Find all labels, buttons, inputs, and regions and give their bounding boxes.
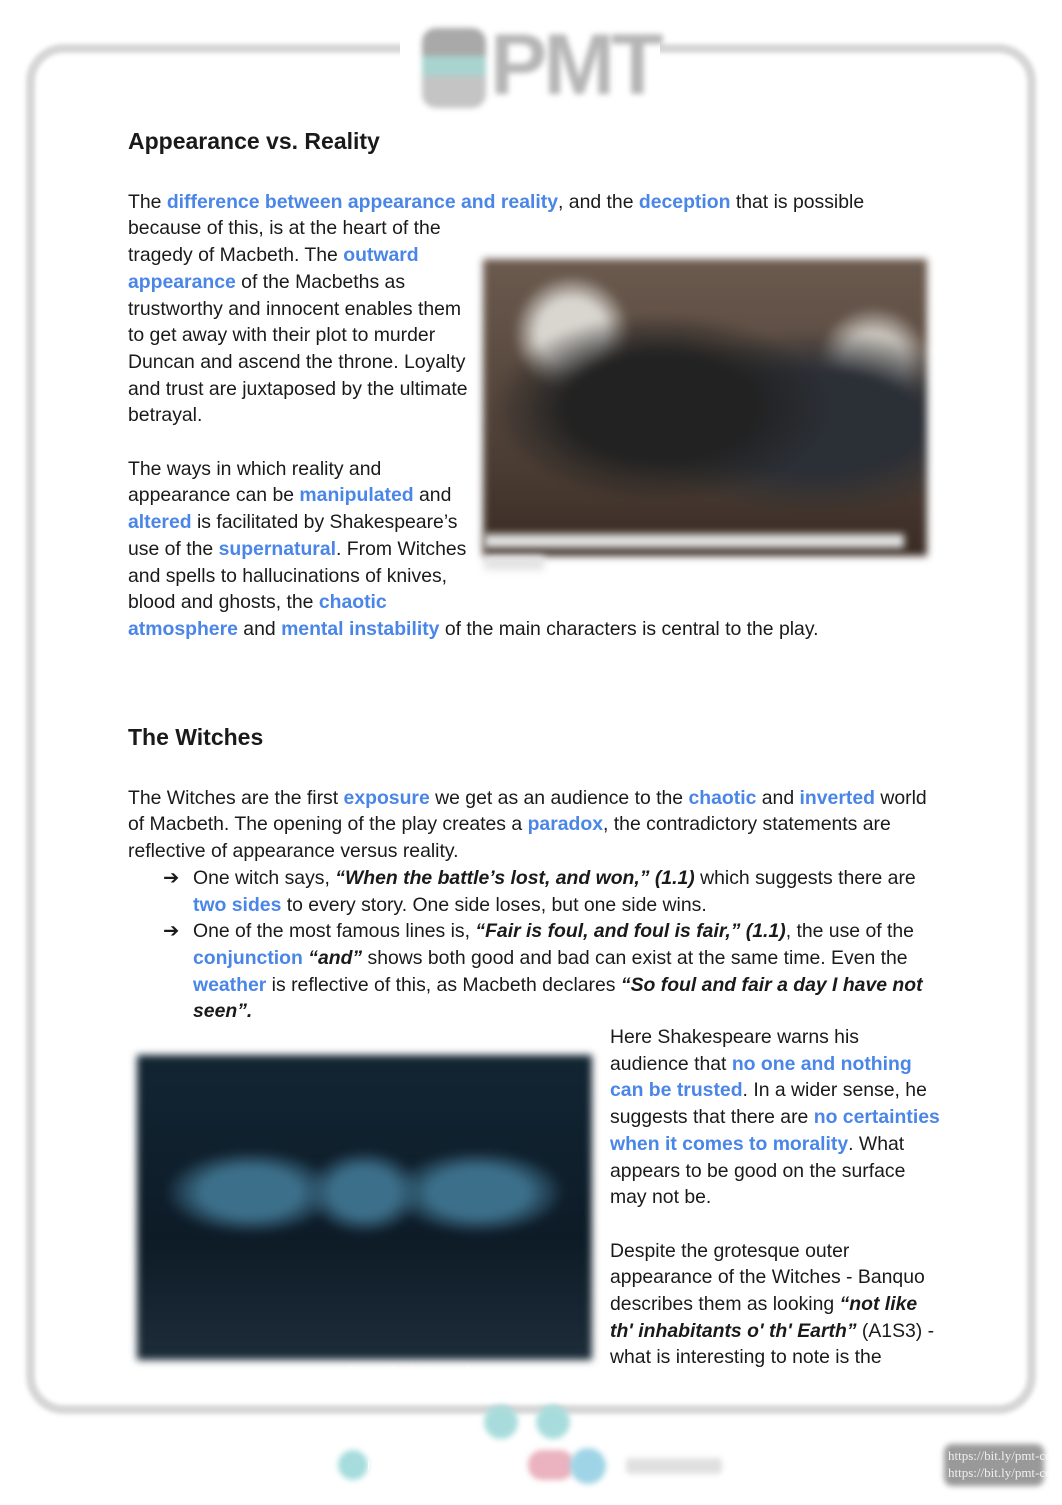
corner-link[interactable]: https://bit.ly/pmt-cc — [948, 1465, 1051, 1481]
pmt-footer-icon — [536, 1405, 570, 1439]
witches-text-column: Here Shakespeare warns his audience that… — [610, 1024, 940, 1371]
globe-icon — [338, 1450, 368, 1480]
highlighted-term: inverted — [799, 786, 875, 809]
text-run: of the main characters is central to the… — [439, 617, 819, 640]
highlighted-term: two sides — [193, 893, 282, 916]
text-run: and — [756, 786, 800, 809]
text-run: which suggests there are — [694, 866, 916, 889]
footer-label — [626, 1458, 722, 1474]
highlighted-term: supernatural — [218, 537, 337, 560]
paragraph: Despite the grotesque outer appearance o… — [610, 1238, 940, 1372]
figure-macbeth-cast — [468, 216, 938, 616]
image-caption — [484, 533, 904, 548]
quotation: “When the battle’s lost, and won,” (1.1) — [335, 866, 695, 889]
macbeth-cast-image — [483, 258, 927, 556]
text-run: The — [128, 190, 167, 213]
highlighted-term: deception — [638, 190, 731, 213]
text-run: and — [413, 484, 452, 507]
pmt-logo: PMT — [418, 17, 664, 114]
highlighted-term: manipulated — [299, 484, 414, 507]
section-title: Appearance vs. Reality — [128, 128, 380, 154]
list-item: ➔ One witch says, “When the battle’s lost… — [163, 865, 938, 918]
witches-image — [137, 1055, 592, 1360]
text-run: , and the — [558, 190, 639, 213]
highlighted-term: chaotic — [688, 786, 757, 809]
social-icon — [570, 1448, 606, 1484]
text-run: , the use of the — [785, 920, 914, 943]
text-run: and — [237, 617, 282, 640]
section-witches: The Witches The Witches are the first ex… — [128, 724, 938, 1025]
text-run: One of the most famous lines is, — [193, 920, 476, 943]
paragraph: Here Shakespeare warns his audience that… — [610, 1024, 940, 1211]
highlighted-term: weather — [193, 973, 267, 996]
highlighted-term: difference between appearance and realit… — [166, 190, 559, 213]
text-run: shows both good and bad can exist at the… — [362, 946, 908, 969]
text-run: we get as an audience to the — [429, 786, 689, 809]
arrow-right-icon: ➔ — [163, 920, 180, 943]
watermark-link[interactable]: https://bit.ly/pmt-edu-cc — [350, 1364, 495, 1381]
youtube-icon — [528, 1450, 574, 1480]
footer-link[interactable]: https://bit.ly/pmt-edu — [367, 1459, 486, 1475]
pmt-footer-icon — [484, 1405, 518, 1439]
section-title: The Witches — [128, 724, 264, 750]
highlighted-term: mental instability — [281, 617, 440, 640]
text-run: of the Macbeths as trustworthy and innoc… — [128, 270, 468, 427]
section-appearance-reality: Appearance vs. Reality The difference be… — [128, 128, 938, 643]
corner-link[interactable]: https://bit.ly/pmt-cc — [948, 1448, 1051, 1464]
text-run: is reflective of this, as Macbeth declar… — [266, 973, 621, 996]
quotation: “and” — [308, 946, 363, 969]
list-item: ➔ One of the most famous lines is, “Fair … — [163, 918, 938, 1025]
text-run: to every story. One side loses, but one … — [281, 893, 707, 916]
arrow-right-icon: ➔ — [163, 866, 180, 889]
paragraph: The Witches are the first exposure we ge… — [128, 785, 938, 865]
text-run: The Witches are the first — [128, 786, 344, 809]
highlighted-term: exposure — [343, 786, 430, 809]
text-run: One witch says, — [193, 866, 336, 889]
highlighted-term: altered — [128, 511, 192, 534]
quotation: “Fair is foul, and foul is fair,” (1.1) — [475, 920, 786, 943]
highlighted-term: paradox — [527, 813, 603, 836]
bullet-list: ➔ One witch says, “When the battle’s lost… — [128, 865, 938, 1025]
highlighted-term: conjunction — [193, 946, 303, 969]
